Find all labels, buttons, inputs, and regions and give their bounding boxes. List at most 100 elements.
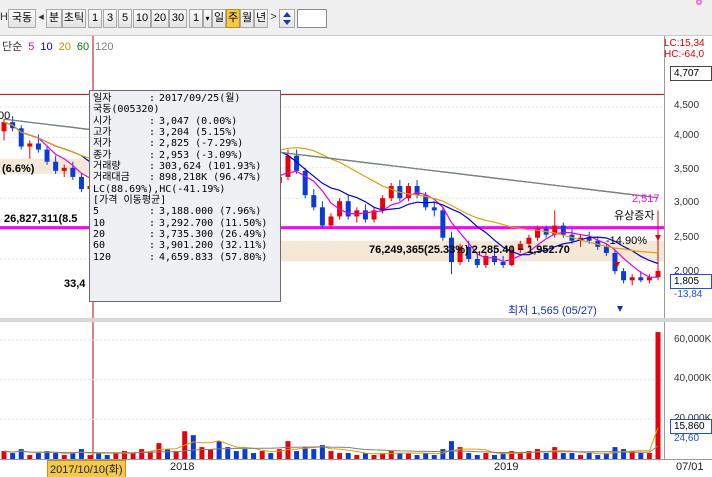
volume-axis-label: 40,000K	[674, 373, 712, 384]
window-pin-icon[interactable]	[690, 0, 708, 8]
tooltip-ma-rows: 5:3,188.000 (7.96%) 10:3,292.700 (11.50%)…	[93, 206, 277, 263]
volume-bar	[259, 451, 265, 459]
week-button[interactable]: 주	[226, 9, 240, 28]
tooltip-row-key: 10	[93, 217, 106, 229]
crosshair-price-box: 4,707	[670, 66, 712, 81]
ma-legend: 단순 5 10 20 60 120	[2, 38, 119, 54]
percent-left-label: (6.6%)	[2, 163, 35, 175]
stock-search-icon[interactable]: H	[0, 9, 8, 28]
tooltip-ma-header: [가격 이동평균]	[93, 195, 167, 207]
tooltip-row-value: 898,218K (96.47%)	[159, 172, 262, 184]
candle-body	[526, 237, 532, 244]
month-button[interactable]: 월	[240, 9, 254, 28]
range-summary-label: 76,249,365(25.33%) 2,285.40 ~ 1,952.70	[369, 244, 570, 256]
toolbar: H 국동 ◂ 분 초틱 1 3 5 10 20 30 1 ▾ 일 주 월 년 >	[0, 0, 712, 36]
stock-name-button[interactable]: 국동	[8, 9, 36, 28]
period-button-20[interactable]: 20	[151, 9, 169, 28]
tooltip-row-value: 3,735.300 (26.49%)	[159, 229, 268, 241]
year-button[interactable]: 년	[254, 9, 268, 28]
data-tooltip: 일자:2017/09/25(월) 국동(005320) 시가:3,047 (0.…	[89, 90, 281, 302]
tooltip-row: 120:4,659.833 (57.80%)	[93, 251, 268, 263]
date-axis: 2017/10/10(화) 2018 2019 07/01	[0, 459, 712, 477]
partial-left-value: 00	[0, 110, 11, 122]
percent-right-label: -14.90%	[606, 235, 647, 247]
candle-body	[560, 225, 566, 235]
tooltip-row-value: 2,825 (-7.29%)	[159, 138, 244, 150]
tooltip-lc-hc: LC(88.69%),HC(-41.19%)	[93, 183, 226, 195]
tooltip-row-key: 거래대금	[93, 172, 130, 184]
volume-bar	[440, 449, 446, 459]
volume-chart[interactable]	[0, 322, 712, 459]
candle-body	[380, 198, 386, 211]
tooltip-row-value: 4,659.833 (57.80%)	[159, 251, 268, 263]
count-input[interactable]	[297, 9, 327, 28]
legend-ma-5: 5	[28, 41, 35, 53]
tooltip-row-value: 303,624 (101.93%)	[159, 161, 262, 173]
period-button-1[interactable]: 1	[88, 9, 102, 28]
custom-period-button[interactable]: 1	[189, 9, 203, 28]
rights-issue-label: 유상증자	[614, 210, 655, 222]
price-axis-label: 3,500	[674, 164, 700, 175]
candle-body	[78, 176, 84, 190]
volume-bar	[190, 435, 196, 459]
tooltip-row: 5:3,188.000 (7.96%)	[93, 206, 262, 218]
tooltip-row: 20:3,735.300 (26.49%)	[93, 229, 268, 241]
candle-body	[603, 246, 609, 253]
candle-body	[311, 195, 317, 208]
price-axis-label: 4,000	[674, 130, 700, 141]
lowest-price-label: 최저 1,565 (05/27)	[508, 305, 597, 317]
candle-body	[621, 271, 627, 281]
volume-bar	[328, 451, 334, 459]
tooltip-row-value: 2,953 (-3.09%)	[159, 149, 244, 161]
tooltip-row-value: 3,188.000 (7.96%)	[159, 206, 262, 218]
partial-number-label: 33,4	[64, 278, 86, 290]
volume-bar	[552, 447, 558, 459]
tooltip-row-value: 3,901.200 (32.11%)	[159, 240, 268, 252]
candle-body	[655, 270, 661, 278]
last-change-label: -13,84	[674, 289, 703, 300]
period-button-10[interactable]: 10	[133, 9, 151, 28]
volume-bar	[1, 451, 7, 459]
updown-arrow-svg	[283, 12, 291, 25]
tooltip-row: 60:3,901.200 (32.11%)	[93, 240, 268, 252]
period-button-30[interactable]: 30	[169, 9, 187, 28]
price-axis-label: 2,500	[674, 232, 700, 243]
period-dropdown-icon[interactable]: ▾	[203, 9, 212, 28]
minute-button[interactable]: 분	[46, 9, 62, 28]
prev-arrow-icon[interactable]: ◂	[37, 9, 45, 28]
tick-button[interactable]: 초틱	[62, 9, 86, 28]
volume-bar	[294, 451, 300, 459]
volume-bar	[78, 449, 84, 459]
volume-bar	[216, 441, 222, 459]
updown-arrow-icon[interactable]	[279, 9, 295, 28]
tooltip-row-key: 5	[93, 206, 100, 218]
candle-body	[629, 277, 635, 281]
candle-body	[500, 262, 506, 266]
volume-chart-svg	[0, 322, 665, 459]
candle-body	[44, 149, 50, 162]
volume-bar	[139, 449, 145, 459]
price-axis-label: 3,000	[674, 197, 700, 208]
period-button-5[interactable]: 5	[118, 9, 132, 28]
next-arrow-icon[interactable]: >	[269, 9, 278, 28]
hc-value: HC:-64,0	[664, 49, 705, 60]
volume-bar	[242, 449, 248, 459]
candle-body	[53, 161, 59, 171]
tooltip-row: 거래량:303,624 (101.93%)	[93, 161, 262, 173]
legend-ma-20: 20	[58, 41, 71, 53]
volume-bar	[388, 451, 394, 459]
candle-body	[35, 143, 41, 150]
candle-body	[362, 210, 368, 220]
period-button-3[interactable]: 3	[103, 9, 117, 28]
volume-plot-area	[0, 322, 664, 459]
volume-bar	[165, 449, 170, 459]
day-button[interactable]: 일	[212, 9, 226, 28]
tooltip-row-key: 120	[93, 251, 112, 263]
lc-hc-readout: LC:15,34 HC:-64,0	[664, 38, 705, 60]
price-axis-label: 4,500	[674, 100, 700, 111]
candle-body	[328, 216, 334, 226]
tooltip-row: 거래대금:898,218K (96.47%)	[93, 172, 262, 184]
cursor-date-box: 2017/10/10(화)	[47, 460, 126, 477]
candle-body	[319, 207, 325, 226]
candle-body	[27, 143, 33, 147]
